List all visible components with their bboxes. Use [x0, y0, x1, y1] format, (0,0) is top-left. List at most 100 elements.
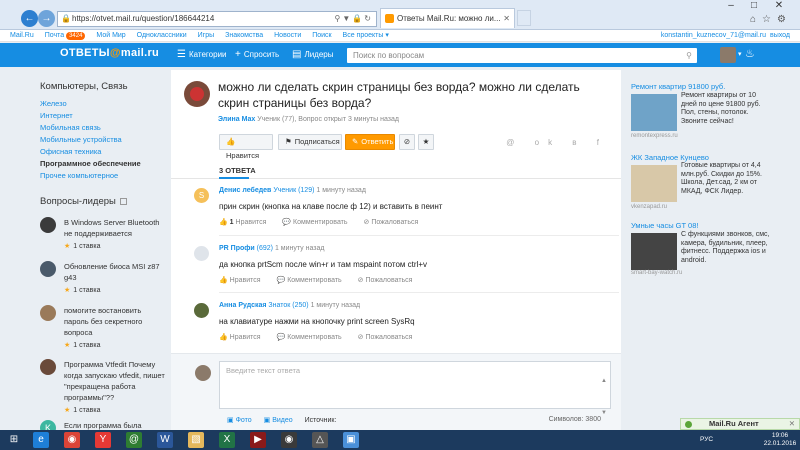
agent-app-icon[interactable]: @ — [126, 432, 142, 448]
scrollbar[interactable]: ▲ ▼ — [601, 365, 607, 429]
question-author[interactable]: Элина Max — [218, 116, 255, 123]
portal-link-dating[interactable]: Знакомства — [225, 32, 263, 39]
media-icon[interactable]: ▶ — [250, 432, 266, 448]
tray-lang[interactable]: РУС — [700, 430, 713, 450]
leader-question[interactable]: Обновление биоса MSI z87 g43 — [64, 261, 168, 283]
word-icon[interactable]: W — [157, 432, 173, 448]
logout-link[interactable]: выход — [770, 30, 790, 42]
excel-icon[interactable]: X — [219, 432, 235, 448]
address-tools-icon[interactable]: ⚲▼🔒↻ — [335, 12, 373, 26]
chrome-icon[interactable]: ◉ — [64, 432, 80, 448]
search-icon[interactable]: ⚲ — [686, 48, 692, 63]
avatar[interactable]: S — [194, 188, 209, 203]
avatar[interactable] — [194, 303, 209, 318]
portal-link-my-world[interactable]: Мой Мир — [96, 32, 125, 39]
back-button[interactable]: ← — [21, 10, 38, 27]
answer-author[interactable]: Денис лебедев — [219, 187, 271, 194]
answer-complain-button[interactable]: ⊘ Пожаловаться — [358, 277, 413, 284]
ad-image[interactable] — [631, 165, 677, 202]
reply-textarea[interactable]: Введите текст ответа ▲ ▼ — [219, 361, 611, 416]
portal-link-news[interactable]: Новости — [274, 32, 301, 39]
yandex-icon[interactable]: Y — [95, 432, 111, 448]
ad-text[interactable]: Ремонт квартиры от 10 дней по цене 91800… — [681, 92, 773, 126]
ad-source[interactable]: smart-bay-watch.ru — [631, 270, 682, 276]
answer-button[interactable]: ✎ Ответить — [345, 134, 395, 150]
leader-item[interactable]: В Windows Server Bluetooth не поддержива… — [40, 217, 168, 251]
leader-item[interactable]: помогите востановить пароль без секретно… — [40, 305, 168, 349]
ad-title[interactable]: ЖК Западное Кунцево — [631, 153, 709, 162]
browser-active-icon[interactable]: ▣ — [343, 432, 359, 448]
portal-link-all-projects[interactable]: Все проекты ▾ — [343, 32, 389, 39]
user-avatar[interactable] — [720, 47, 736, 63]
sources-label[interactable]: Источник: — [305, 417, 337, 424]
leader-question[interactable]: Программа Vtfedit Почему когда запускаю … — [64, 359, 168, 403]
leaders-link[interactable]: ▤ Лидеры — [292, 43, 334, 67]
answer-comment-button[interactable]: 💬 Комментировать — [277, 277, 342, 284]
favorite-button[interactable]: ★ — [418, 134, 434, 150]
answer-like-button[interactable]: 👍 Нравится — [219, 334, 261, 341]
ad-image[interactable] — [631, 233, 677, 270]
browser-tab[interactable]: Ответы Mail.Ru: можно ли... ✕ — [380, 8, 515, 28]
answer-comment-button[interactable]: 💬 Комментировать — [282, 219, 347, 226]
folder-icon[interactable]: ▧ — [188, 432, 204, 448]
address-bar[interactable]: 🔒 https://otvet.mail.ru/question/1866442… — [57, 11, 377, 27]
ad-title[interactable]: Ремонт квартир 91800 руб. — [631, 82, 725, 91]
checkbox-icon[interactable] — [119, 197, 127, 205]
portal-link-mail[interactable]: Почта 3424 — [45, 32, 86, 40]
forward-button[interactable]: → — [38, 10, 55, 27]
answer-like-button[interactable]: 👍 1 Нравится — [219, 219, 266, 226]
portal-link-games[interactable]: Игры — [198, 32, 215, 39]
portal-link-search[interactable]: Поиск — [312, 32, 331, 39]
answer-complain-button[interactable]: ⊘ Пожаловаться — [364, 219, 419, 226]
ie-icon[interactable]: e — [33, 432, 49, 448]
portal-link-ok[interactable]: Одноклассники — [137, 32, 187, 39]
leader-item[interactable]: Программа Vtfedit Почему когда запускаю … — [40, 359, 168, 414]
windows-start-icon[interactable]: ⊞ — [6, 432, 22, 448]
portal-link-mailru[interactable]: Mail.Ru — [10, 32, 34, 39]
leader-question[interactable]: помогите востановить пароль без секретно… — [64, 305, 168, 338]
close-tab-icon[interactable]: ✕ — [503, 9, 510, 28]
close-icon[interactable]: ✕ — [789, 419, 795, 429]
site-logo[interactable]: ОТВЕТЫ@mail.ru — [60, 47, 159, 59]
ad-title[interactable]: Умные часы GT 08! — [631, 221, 698, 230]
chevron-down-icon[interactable]: ▾ — [738, 50, 742, 58]
app2-icon[interactable]: △ — [312, 432, 328, 448]
bell-icon[interactable]: ♨ — [745, 47, 755, 60]
subscribe-button[interactable]: ⚑ Подписаться — [278, 134, 342, 150]
ask-button[interactable]: + Спросить — [235, 43, 279, 67]
sidebar-item-hardware[interactable]: Железо — [40, 98, 168, 110]
leader-item[interactable]: Обновление биоса MSI z87 g43 ★ 1 ставка — [40, 261, 168, 295]
answer-like-button[interactable]: 👍 Нравится — [219, 277, 261, 284]
home-star-gear-icons[interactable]: ⌂☆⚙ — [750, 14, 792, 25]
add-video-button[interactable]: ▣ Видео — [264, 417, 293, 424]
sidebar-item-internet[interactable]: Интернет — [40, 110, 168, 122]
maximize-icon[interactable]: □ — [745, 0, 763, 12]
user-email-link[interactable]: konstantin_kuznecov_71@mail.ru — [661, 30, 766, 42]
app-icon[interactable]: ◉ — [281, 432, 297, 448]
answer-author[interactable]: PR Профи — [219, 245, 255, 252]
answer-author[interactable]: Анна Рудская — [219, 302, 266, 309]
minimize-icon[interactable]: – — [722, 0, 740, 12]
ad-source[interactable]: remontexpress.ru — [631, 133, 678, 139]
search-input[interactable]: Поиск по вопросам ⚲ — [347, 48, 697, 63]
avatar[interactable] — [194, 246, 209, 261]
avatar[interactable] — [184, 81, 210, 107]
block-button[interactable]: ⊘ — [399, 134, 415, 150]
sidebar-item-office[interactable]: Офисная техника — [40, 146, 168, 158]
sidebar-item-mobile-comm[interactable]: Мобильная связь — [40, 122, 168, 134]
sidebar-item-mobile-devices[interactable]: Мобильные устройства — [40, 134, 168, 146]
answer-complain-button[interactable]: ⊘ Пожаловаться — [358, 334, 413, 341]
ad-text[interactable]: С функциями звонков, смс, камера, будиль… — [681, 231, 773, 265]
like-button[interactable]: 👍 Нравится — [219, 134, 273, 160]
share-icons[interactable]: @ ok в f — [506, 138, 608, 147]
leader-question[interactable]: В Windows Server Bluetooth не поддержива… — [64, 217, 168, 239]
categories-menu[interactable]: ☰ Категории — [177, 43, 227, 67]
sidebar-item-other[interactable]: Прочее компьютерное — [40, 170, 168, 182]
ad-text[interactable]: Готовые квартиры от 4,4 млн.руб. Скидки … — [681, 162, 773, 196]
ad-source[interactable]: vkenzapad.ru — [631, 204, 667, 210]
mail-agent-bar[interactable]: Mail.Ru Агент ✕ — [680, 418, 800, 430]
add-photo-button[interactable]: ▣ Фото — [227, 417, 252, 424]
close-window-icon[interactable]: ✕ — [770, 0, 788, 12]
answer-comment-button[interactable]: 💬 Комментировать — [277, 334, 342, 341]
new-tab-button[interactable] — [517, 10, 531, 26]
